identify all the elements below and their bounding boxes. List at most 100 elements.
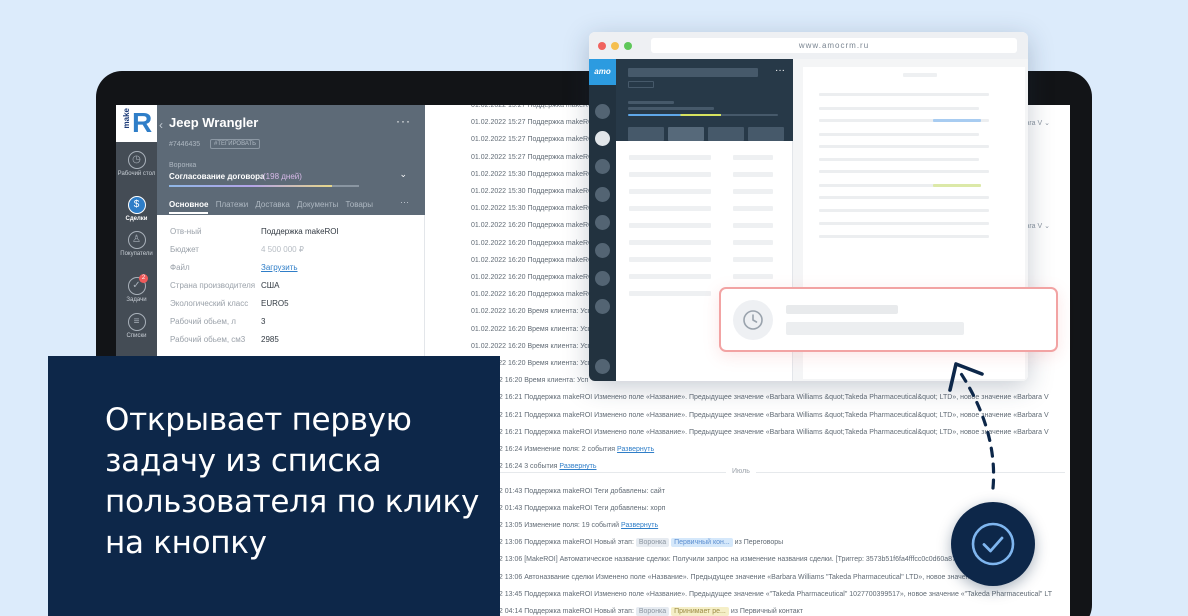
expand-link[interactable]: Развернуть bbox=[617, 446, 654, 453]
tasks-badge: 2 bbox=[139, 274, 148, 283]
pipeline-chip: Воронка bbox=[635, 538, 670, 548]
deal-title[interactable]: Jeep Wrangler bbox=[169, 115, 258, 130]
placeholder-bar bbox=[733, 206, 773, 211]
upload-link[interactable]: Загрузить bbox=[261, 263, 298, 272]
placeholder-line bbox=[819, 209, 989, 212]
placeholder-line bbox=[819, 145, 989, 148]
amo-menu-button[interactable]: ··· bbox=[775, 65, 785, 76]
placeholder-bar bbox=[733, 240, 773, 245]
amo-tab[interactable] bbox=[748, 127, 784, 141]
placeholder-bar bbox=[629, 257, 711, 262]
nav-item-lists[interactable]: ≡ Списки bbox=[116, 313, 157, 340]
chevron-down-icon[interactable]: ⌄ bbox=[399, 169, 407, 180]
amo-nav-icon[interactable] bbox=[595, 104, 610, 119]
placeholder-line bbox=[819, 170, 989, 173]
highlight-line bbox=[933, 184, 981, 187]
deal-id: #7446435 bbox=[169, 141, 201, 148]
nav-item-tasks[interactable]: ✓ 2 Задачи bbox=[116, 274, 157, 304]
amo-tab[interactable] bbox=[668, 127, 704, 141]
makeroi-logo[interactable]: make R bbox=[116, 105, 157, 142]
expand-link[interactable]: Развернуть bbox=[621, 522, 658, 529]
placeholder-bar bbox=[629, 274, 711, 279]
nav-item-dashboard[interactable]: ◷ Рабочий стол bbox=[116, 151, 157, 178]
dashboard-icon: ◷ bbox=[127, 151, 146, 169]
placeholder-bar bbox=[629, 172, 711, 177]
placeholder-bar bbox=[733, 189, 773, 194]
tab-payments[interactable]: Платежи bbox=[216, 200, 248, 209]
amo-card-header: ··· bbox=[616, 59, 793, 141]
check-circle-icon bbox=[971, 522, 1015, 566]
placeholder-line bbox=[819, 222, 989, 225]
stage-chip: Первичный кон... bbox=[671, 538, 733, 548]
placeholder-line bbox=[819, 158, 979, 161]
stage-chip: Принимает ре... bbox=[671, 606, 729, 616]
placeholder-bar bbox=[733, 257, 773, 262]
add-tag-button[interactable]: #ТЕГИРОВАТЬ bbox=[210, 139, 261, 149]
check-button[interactable] bbox=[951, 502, 1035, 586]
placeholder-bar bbox=[733, 274, 773, 279]
placeholder-bar bbox=[628, 101, 674, 104]
amo-nav-icon[interactable] bbox=[595, 159, 610, 174]
placeholder-bar bbox=[628, 68, 758, 77]
expand-link[interactable]: Развернуть bbox=[559, 463, 596, 470]
feed-row: 22 04:14 Поддержка makeROI Новый этап: В… bbox=[495, 606, 804, 616]
pipeline-label: Воронка bbox=[169, 162, 197, 169]
stage-days: (198 дней) bbox=[263, 172, 302, 181]
placeholder-bar bbox=[629, 189, 711, 194]
task-text-placeholder bbox=[786, 322, 964, 335]
tabs-more-button[interactable]: ··· bbox=[400, 197, 409, 207]
tab-products[interactable]: Товары bbox=[345, 200, 373, 209]
amo-tab[interactable] bbox=[628, 127, 664, 141]
placeholder-line bbox=[819, 235, 989, 238]
caption-panel: Открывает первую задачу из списка пользо… bbox=[48, 356, 500, 616]
amo-sidebar: amo bbox=[589, 59, 616, 381]
amo-logo[interactable]: amo bbox=[589, 59, 616, 85]
deal-tabs: Основное Платежи Доставка Документы Това… bbox=[169, 200, 378, 214]
tab-delivery[interactable]: Доставка bbox=[255, 200, 289, 209]
minimize-dot-icon[interactable] bbox=[611, 42, 619, 50]
placeholder-bar bbox=[629, 206, 711, 211]
clock-icon bbox=[733, 300, 773, 340]
placeholder-bar bbox=[733, 172, 773, 177]
tab-main[interactable]: Основное bbox=[169, 200, 209, 214]
placeholder-line bbox=[819, 107, 979, 110]
amo-nav-icon[interactable] bbox=[595, 299, 610, 314]
task-title-placeholder bbox=[786, 305, 898, 314]
deal-header: ‹ Jeep Wrangler ··· #7446435 #ТЕГИРОВАТЬ… bbox=[157, 105, 425, 215]
dashed-arrow-icon bbox=[948, 362, 996, 490]
back-chevron-icon[interactable]: ‹ bbox=[159, 118, 163, 132]
maximize-dot-icon[interactable] bbox=[624, 42, 632, 50]
placeholder-line bbox=[819, 93, 989, 96]
amo-nav-icon[interactable] bbox=[595, 359, 610, 374]
pipeline-stage[interactable]: Согласование договора bbox=[169, 172, 264, 181]
placeholder-bar bbox=[733, 155, 773, 160]
tab-documents[interactable]: Документы bbox=[297, 200, 338, 209]
amo-nav-icon[interactable] bbox=[595, 243, 610, 258]
task-popup[interactable] bbox=[719, 287, 1058, 352]
caption-text: Открывает первую задачу из списка пользо… bbox=[105, 402, 480, 561]
amo-nav-icon[interactable] bbox=[595, 131, 610, 146]
placeholder-line bbox=[819, 196, 989, 199]
customers-icon: ♙ bbox=[127, 231, 146, 249]
deals-icon: $ bbox=[127, 196, 146, 214]
address-bar[interactable]: www.amocrm.ru bbox=[651, 38, 1017, 53]
amo-progress bbox=[628, 114, 778, 116]
lists-icon: ≡ bbox=[127, 313, 146, 331]
deal-menu-button[interactable]: ··· bbox=[396, 114, 411, 128]
amo-nav-icon[interactable] bbox=[595, 187, 610, 202]
amo-nav-icon[interactable] bbox=[595, 215, 610, 230]
close-dot-icon[interactable] bbox=[598, 42, 606, 50]
placeholder-bar bbox=[903, 73, 937, 77]
nav-item-customers[interactable]: ♙ Покупатели bbox=[116, 231, 157, 258]
placeholder-bar bbox=[629, 291, 711, 296]
nav-item-deals[interactable]: $ Сделки bbox=[116, 196, 157, 223]
pipeline-chip: Воронка bbox=[635, 606, 670, 616]
amo-nav-icon[interactable] bbox=[595, 271, 610, 286]
placeholder-bar bbox=[629, 223, 711, 228]
placeholder-bar bbox=[628, 81, 654, 88]
amo-tab[interactable] bbox=[708, 127, 744, 141]
browser-toolbar: www.amocrm.ru bbox=[589, 32, 1028, 59]
placeholder-bar bbox=[628, 107, 714, 110]
placeholder-bar bbox=[733, 223, 773, 228]
placeholder-bar bbox=[629, 155, 711, 160]
